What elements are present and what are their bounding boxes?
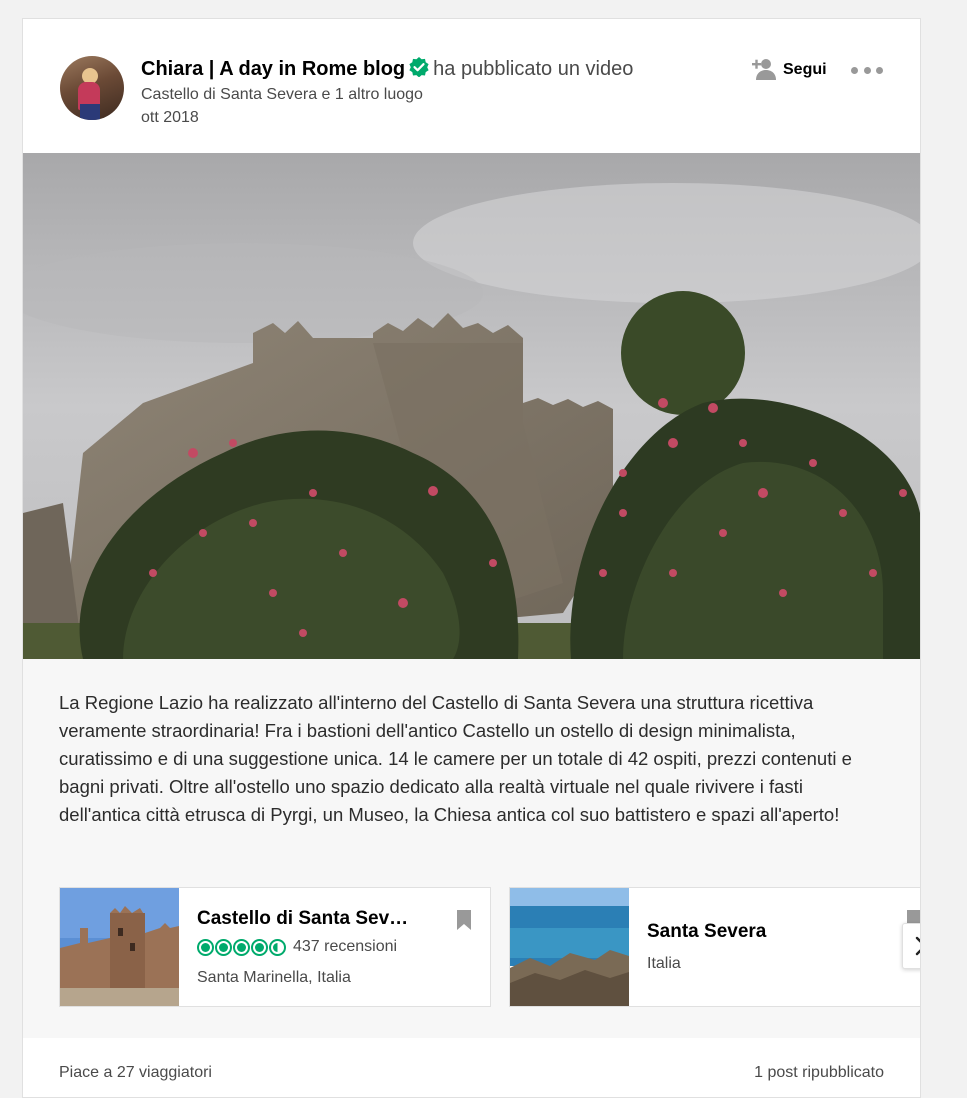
rating-bubble-icon bbox=[197, 938, 214, 956]
place-card-castello[interactable]: Castello di Santa Sev… 437 recensioni Sa… bbox=[59, 887, 491, 1007]
post-header: Chiara | A day in Rome blog ha pubblicato… bbox=[23, 19, 920, 153]
follow-label: Segui bbox=[783, 61, 827, 78]
place-title[interactable]: Castello di Santa Sev… bbox=[197, 908, 437, 930]
post-date: ott 2018 bbox=[141, 109, 199, 126]
place-title[interactable]: Santa Severa bbox=[647, 921, 887, 943]
review-count[interactable]: 437 recensioni bbox=[293, 938, 397, 956]
post-card: Chiara | A day in Rome blog ha pubblicato… bbox=[22, 18, 921, 1098]
reposts-count[interactable]: 1 post ripubblicato bbox=[754, 1064, 884, 1082]
post-footer: Piace a 27 viaggiatori 1 post ripubblica… bbox=[23, 1038, 920, 1097]
likes-count[interactable]: Piace a 27 viaggiatori bbox=[59, 1064, 212, 1082]
carousel-next-button[interactable] bbox=[902, 923, 920, 969]
post-description: La Regione Lazio ha realizzato all'inter… bbox=[59, 692, 852, 825]
author-name-link[interactable]: Chiara | A day in Rome blog bbox=[141, 58, 405, 80]
verified-check-icon bbox=[409, 57, 429, 77]
post-action-text: ha pubblicato un video bbox=[433, 58, 634, 80]
follow-button[interactable]: Segui bbox=[751, 57, 827, 83]
author-avatar[interactable] bbox=[60, 56, 124, 120]
rating-bubbles: 437 recensioni bbox=[197, 938, 397, 956]
sea-thumbnail bbox=[510, 888, 629, 1006]
post-location[interactable]: Castello di Santa Severa e 1 altro luogo bbox=[141, 86, 423, 104]
chevron-right-icon bbox=[915, 936, 920, 956]
add-user-icon bbox=[752, 59, 776, 80]
rating-bubble-icon bbox=[251, 938, 268, 956]
author-line: Chiara | A day in Rome blog ha pubblicato… bbox=[141, 57, 633, 81]
place-location: Italia bbox=[647, 955, 681, 972]
castle-video-frame bbox=[23, 153, 920, 659]
post-video[interactable] bbox=[23, 153, 920, 659]
castle-thumbnail bbox=[60, 888, 179, 1006]
more-options-icon[interactable] bbox=[851, 61, 883, 79]
bookmark-icon[interactable] bbox=[457, 910, 471, 930]
place-card-santa-severa[interactable]: Santa Severa Italia bbox=[509, 887, 920, 1007]
rating-bubble-icon bbox=[215, 938, 232, 956]
rating-bubble-icon bbox=[233, 938, 250, 956]
rating-bubble-icon bbox=[269, 938, 286, 956]
place-location: Santa Marinella, Italia bbox=[197, 969, 351, 986]
